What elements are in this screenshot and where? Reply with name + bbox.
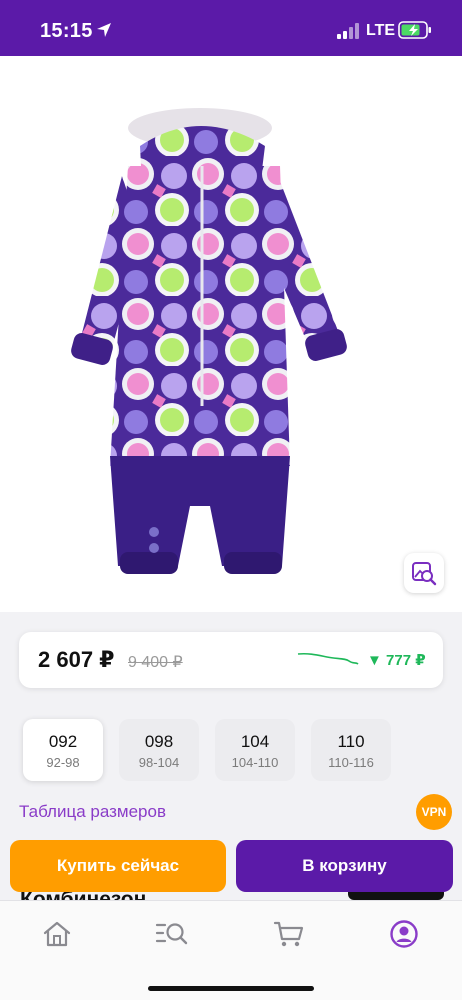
size-code: 104 — [240, 732, 270, 751]
size-range: 92-98 — [46, 755, 80, 770]
collapsed-overlay-bar — [348, 892, 444, 900]
status-time: 15:15 — [40, 20, 93, 42]
current-price: 2 607 ₽ — [38, 647, 115, 672]
signal-icon — [337, 23, 359, 39]
price-history-sparkline — [297, 652, 359, 665]
size-range: 104-110 — [231, 755, 279, 770]
size-table-link[interactable]: Таблица размеров — [19, 802, 166, 822]
home-indicator — [148, 986, 314, 991]
size-range: 98-104 — [138, 755, 180, 770]
favorite-button[interactable] — [353, 72, 393, 112]
buy-now-button[interactable]: Купить сейчас — [10, 840, 226, 892]
network-type: LTE — [366, 22, 396, 39]
size-chip-104[interactable]: 104 104-110 — [215, 719, 295, 781]
catalog-search-icon — [155, 923, 188, 945]
size-chip-098[interactable]: 098 98-104 — [119, 719, 199, 781]
old-price: 9 400 ₽ — [128, 654, 183, 671]
heart-icon — [358, 79, 388, 105]
product-image — [71, 108, 347, 574]
size-code: 098 — [144, 732, 174, 751]
back-button[interactable] — [14, 72, 50, 112]
size-range: 110-116 — [328, 755, 374, 770]
home-icon — [43, 921, 71, 947]
price-drop: ▼ 777 ₽ — [367, 652, 426, 669]
tab-cart[interactable] — [272, 917, 306, 951]
bottom-tab-bar — [0, 900, 462, 1000]
share-icon — [421, 76, 443, 106]
location-arrow-icon — [97, 23, 111, 37]
tab-home[interactable] — [40, 917, 74, 951]
add-to-cart-button[interactable]: В корзину — [236, 840, 453, 892]
battery-charging-icon — [398, 21, 431, 39]
profile-icon — [390, 920, 418, 948]
cart-icon — [273, 921, 304, 947]
size-code: 092 — [48, 732, 78, 751]
vpn-badge[interactable]: VPN — [416, 794, 452, 830]
chevron-left-icon — [24, 78, 40, 106]
size-code: 110 — [337, 732, 365, 751]
product-gallery[interactable] — [0, 56, 462, 612]
tab-catalog[interactable] — [155, 917, 189, 951]
size-chip-092[interactable]: 092 92-98 — [23, 719, 103, 781]
size-chip-110[interactable]: 110 110-116 — [311, 719, 391, 781]
status-bar: 15:15 LTE — [0, 0, 462, 56]
price-card[interactable]: 2 607 ₽ 9 400 ₽ ▼ 777 ₽ — [19, 632, 443, 688]
tab-profile[interactable] — [387, 917, 421, 951]
visual-search-button[interactable] — [404, 553, 444, 593]
share-button[interactable] — [412, 70, 452, 112]
image-search-icon — [412, 562, 437, 586]
